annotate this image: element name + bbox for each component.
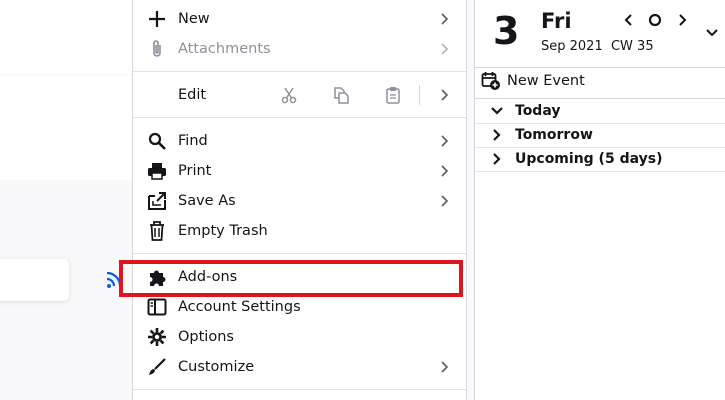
pane-divider	[475, 98, 725, 99]
chevron-right-icon	[441, 165, 449, 177]
date-subline: Sep 2021 CW 35	[541, 39, 654, 54]
menu-item-save-as[interactable]: Save As	[133, 186, 466, 216]
edit-tools	[263, 80, 419, 110]
gear-icon	[147, 328, 167, 346]
chevron-down-icon	[491, 107, 503, 115]
save-as-icon	[147, 192, 167, 210]
brush-icon	[147, 358, 167, 376]
menu-item-empty-trash[interactable]: Empty Trash	[133, 216, 466, 246]
new-event-label: New Event	[507, 73, 585, 89]
new-event-icon	[481, 72, 500, 90]
menu-item-label: Attachments	[178, 41, 271, 57]
chevron-right-icon	[441, 195, 449, 207]
content-background	[0, 76, 132, 180]
edit-divider	[419, 85, 420, 105]
month-year: Sep 2021	[541, 39, 603, 54]
menu-item-label: Edit	[178, 87, 207, 103]
menu-item-label: Print	[178, 163, 212, 179]
pane-divider	[475, 67, 725, 68]
today-icon[interactable]	[647, 12, 663, 28]
calendar-week: CW 35	[610, 39, 654, 54]
cut-icon[interactable]	[263, 86, 315, 104]
menu-item-attachments[interactable]: Attachments	[133, 34, 466, 64]
chevron-right-icon	[441, 89, 449, 101]
agenda-group-tomorrow[interactable]: Tomorrow	[475, 124, 725, 148]
menu-item-label: New	[178, 11, 210, 27]
menu-item-edit[interactable]: Edit	[133, 80, 466, 110]
copy-icon[interactable]	[315, 86, 367, 104]
search-icon	[147, 132, 167, 150]
menu-separator	[133, 253, 466, 254]
new-event-button[interactable]: New Event	[481, 70, 585, 92]
agenda-group-today[interactable]: Today	[475, 100, 725, 124]
trash-icon	[147, 221, 167, 241]
chevron-right-icon	[493, 153, 501, 165]
chevron-right-icon	[441, 135, 449, 147]
menu-item-label: Options	[178, 329, 234, 345]
day-name: Fri	[541, 9, 572, 33]
menu-item-new[interactable]: New	[133, 4, 466, 34]
toolbar-background	[0, 0, 132, 74]
printer-icon	[147, 162, 167, 180]
next-day-icon[interactable]	[674, 12, 690, 28]
menu-item-label: Save As	[178, 193, 236, 209]
paperclip-icon	[147, 40, 167, 58]
paste-icon[interactable]	[367, 86, 419, 104]
agenda-group-upcoming[interactable]: Upcoming (5 days)	[475, 148, 725, 172]
agenda-group-label: Today	[515, 103, 561, 119]
chevron-right-icon	[493, 129, 501, 141]
menu-item-find[interactable]: Find	[133, 126, 466, 156]
chevron-right-icon	[441, 43, 449, 55]
agenda-group-label: Upcoming (5 days)	[515, 151, 663, 167]
chevron-down-icon[interactable]	[704, 24, 720, 40]
chevron-right-icon	[441, 361, 449, 373]
previous-day-icon[interactable]	[621, 12, 637, 28]
today-pane: 3 Fri Sep 2021 CW 35 New Event Today Tom…	[474, 0, 725, 400]
menu-item-label: Find	[178, 133, 208, 149]
feed-icon	[106, 271, 120, 288]
menu-item-label: Empty Trash	[178, 223, 268, 239]
menu-item-options[interactable]: Options	[133, 322, 466, 352]
menu-separator	[133, 389, 466, 390]
background-card	[0, 259, 69, 301]
menu-separator	[133, 71, 466, 72]
chevron-right-icon	[441, 13, 449, 25]
menu-separator	[133, 117, 466, 118]
app-menu: New Attachments Edit Find Print Save As …	[132, 0, 467, 400]
agenda-group-label: Tomorrow	[515, 127, 593, 143]
plus-icon	[147, 10, 167, 28]
addons-highlight	[119, 260, 463, 297]
day-number: 3	[493, 9, 520, 53]
menu-item-customize[interactable]: Customize	[133, 352, 466, 382]
menu-item-print[interactable]: Print	[133, 156, 466, 186]
menu-item-label: Customize	[178, 359, 255, 375]
account-settings-icon	[147, 298, 167, 316]
